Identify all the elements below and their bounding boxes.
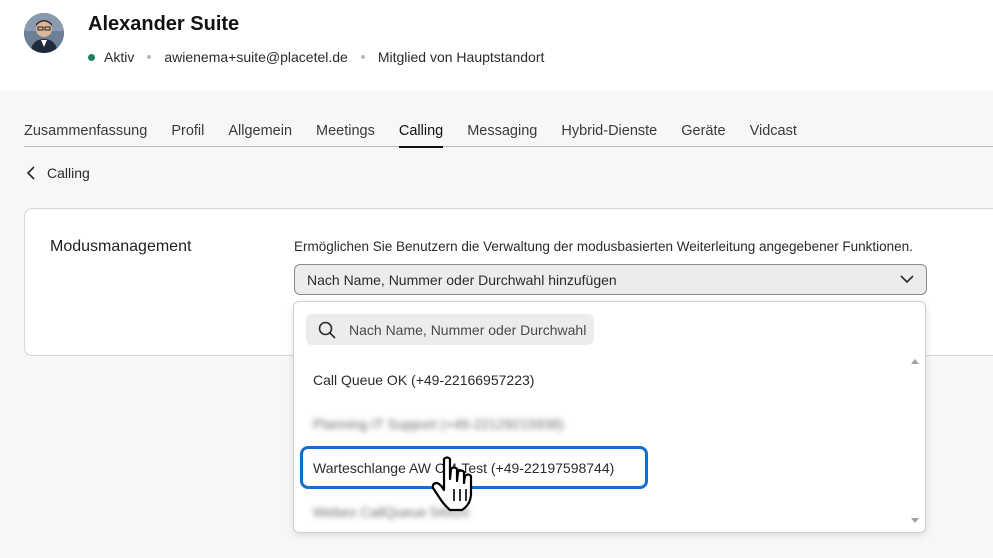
- dropdown-option[interactable]: Planning IT Support (+49-22129215938): [313, 416, 564, 432]
- hand-pointer-icon: [431, 456, 473, 512]
- tab-bar: Zusammenfassung Profil Allgemein Meeting…: [24, 123, 993, 148]
- chevron-left-icon: [26, 166, 35, 180]
- back-link[interactable]: Calling: [26, 165, 90, 181]
- tab-messaging[interactable]: Messaging: [467, 123, 537, 147]
- tab-zusammenfassung[interactable]: Zusammenfassung: [24, 123, 147, 147]
- tab-meetings[interactable]: Meetings: [316, 123, 375, 147]
- scroll-up-icon[interactable]: [910, 357, 920, 365]
- tab-geraete[interactable]: Geräte: [681, 123, 725, 147]
- tab-profil[interactable]: Profil: [171, 123, 204, 147]
- user-membership: Mitglied von Hauptstandort: [377, 49, 545, 65]
- chevron-down-icon: [900, 275, 914, 284]
- dropdown-search: [306, 314, 594, 345]
- select-placeholder: Nach Name, Nummer oder Durchwahl hinzufü…: [307, 271, 617, 288]
- search-icon: [318, 321, 336, 339]
- section-description: Ermöglichen Sie Benutzern die Verwaltung…: [294, 239, 913, 254]
- status-indicator: [88, 53, 95, 61]
- section-title: Modusmanagement: [50, 238, 192, 255]
- separator-dot: [360, 55, 365, 59]
- dropdown-search-input[interactable]: [349, 314, 589, 345]
- back-link-label: Calling: [47, 165, 90, 181]
- dropdown-option[interactable]: Call Queue OK (+49-22166957223): [313, 372, 534, 388]
- tab-allgemein[interactable]: Allgemein: [228, 123, 292, 147]
- tab-hybrid-dienste[interactable]: Hybrid-Dienste: [561, 123, 657, 147]
- separator-dot: [147, 55, 152, 59]
- tab-vidcast[interactable]: Vidcast: [750, 123, 797, 147]
- user-name: Alexander Suite: [88, 13, 240, 35]
- select-dropdown: Call Queue OK (+49-22166957223) Planning…: [293, 301, 926, 533]
- tab-calling[interactable]: Calling: [398, 123, 444, 148]
- add-member-select[interactable]: Nach Name, Nummer oder Durchwahl hinzufü…: [294, 264, 927, 295]
- avatar: [24, 13, 64, 53]
- status-text: Aktiv: [104, 49, 135, 65]
- user-email: awienema+suite@placetel.de: [164, 49, 348, 65]
- user-meta: Aktiv awienema+suite@placetel.de Mitglie…: [88, 49, 544, 65]
- scroll-down-icon[interactable]: [910, 517, 920, 525]
- user-header: Alexander Suite Aktiv awienema+suite@pla…: [0, 0, 993, 91]
